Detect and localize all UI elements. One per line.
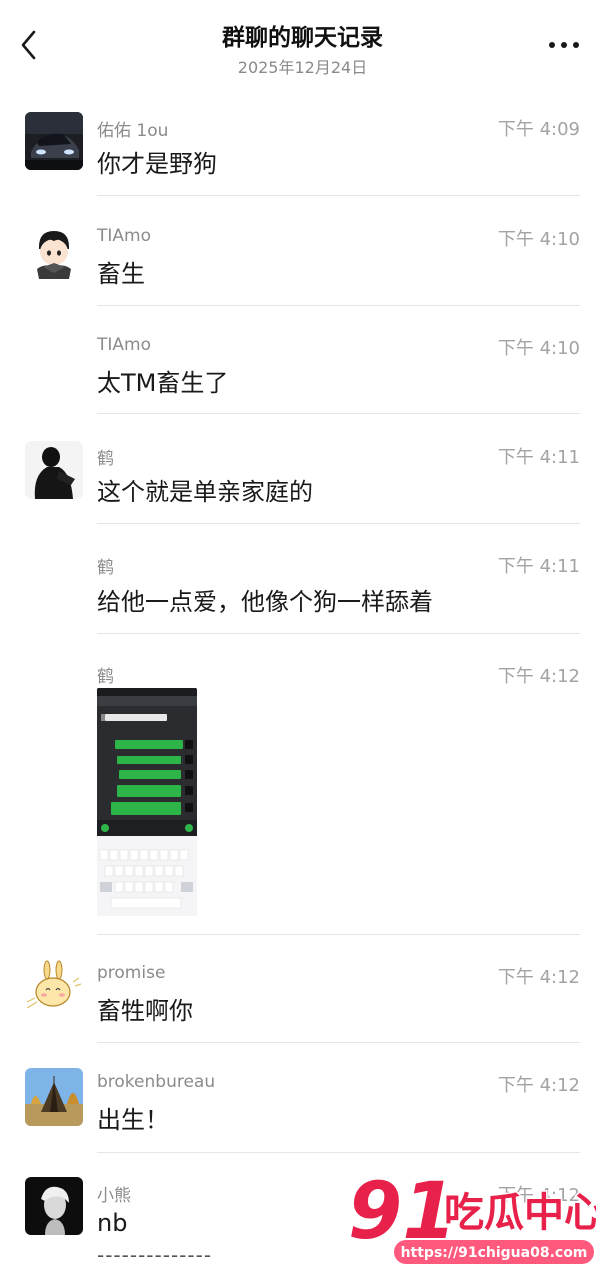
message-time: 下午 4:10	[497, 229, 580, 250]
message-sender: brokenbureau	[97, 1072, 216, 1092]
car-photo-avatar[interactable]	[25, 112, 83, 170]
message-sender: 佑佑 1ou	[97, 121, 169, 141]
message-item[interactable]: promise 下午 4:12 畜牲啊你	[0, 935, 605, 1043]
message-sender: 鹤	[97, 449, 114, 469]
message-time: 下午 4:10	[497, 338, 580, 359]
bunny-avatar[interactable]	[25, 960, 83, 1018]
message-sender: 鹤	[97, 558, 114, 578]
more-icon	[549, 42, 555, 48]
chat-screenshot-image[interactable]	[97, 688, 197, 916]
message-text: 畜牲啊你	[97, 997, 193, 1025]
message-time: 下午 4:12	[497, 1075, 580, 1096]
portrait-avatar[interactable]	[25, 1177, 83, 1235]
watermark-name: 吃瓜中心	[444, 1190, 596, 1236]
message-item[interactable]: 鹤 下午 4:11 给他一点爱，他像个狗一样舔着	[0, 524, 605, 634]
message-sender: 鹤	[97, 667, 114, 687]
watermark-url: https://91chigua08.com	[401, 1245, 588, 1261]
separator-dashes: --------------	[97, 1243, 213, 1267]
message-text: 畜生	[97, 260, 145, 288]
dark-figure-avatar[interactable]	[25, 441, 83, 499]
message-item[interactable]: 鹤 下午 4:12	[0, 634, 605, 935]
message-time: 下午 4:12	[497, 967, 580, 988]
message-sender: TIAmo	[97, 335, 151, 355]
message-text: 这个就是单亲家庭的	[97, 478, 313, 506]
watermark-logo: 91 吃瓜中心 https://91chigua08.com	[346, 1166, 605, 1272]
page-title: 群聊的聊天记录	[222, 25, 383, 51]
message-item[interactable]: TIAmo 下午 4:10 畜生	[0, 196, 605, 306]
message-item[interactable]: TIAmo 下午 4:10 太TM畜生了	[0, 306, 605, 414]
message-item[interactable]: 鹤 下午 4:11 这个就是单亲家庭的	[0, 414, 605, 524]
header: 群聊的聊天记录 2025年12月24日	[0, 0, 605, 86]
message-text: 太TM畜生了	[97, 369, 229, 397]
more-button[interactable]	[547, 40, 581, 52]
message-sender: 小熊	[97, 1186, 131, 1206]
message-time: 下午 4:11	[497, 556, 580, 577]
message-item[interactable]: brokenbureau 下午 4:12 出生！	[0, 1043, 605, 1153]
message-item[interactable]: 佑佑 1ou 下午 4:09 你才是野狗	[0, 88, 605, 196]
chat-history-page: 群聊的聊天记录 2025年12月24日 佑佑 1ou 下午 4:09 你才是野狗	[0, 0, 605, 1280]
message-sender: TIAmo	[97, 226, 151, 246]
page-date: 2025年12月24日	[237, 58, 368, 77]
message-time: 下午 4:11	[497, 447, 580, 468]
message-text: 出生！	[97, 1106, 169, 1134]
message-sender: promise	[97, 963, 166, 983]
message-text: 你才是野狗	[97, 150, 217, 178]
tent-photo-avatar[interactable]	[25, 1068, 83, 1126]
message-text: 给他一点爱，他像个狗一样舔着	[97, 588, 433, 616]
message-text: nb	[97, 1209, 128, 1237]
message-time: 下午 4:09	[497, 119, 580, 140]
message-time: 下午 4:12	[497, 666, 580, 687]
cartoon-boy-avatar[interactable]	[25, 223, 83, 281]
